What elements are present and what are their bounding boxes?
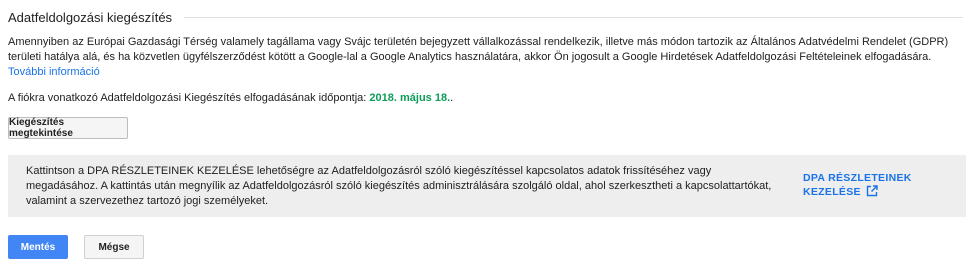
acceptance-info: A fiókra vonatkozó Adatfeldolgozási Kieg… <box>8 91 453 106</box>
acceptance-suffix: . <box>450 92 454 104</box>
acceptance-label: A fiókra vonatkozó Adatfeldolgozási Kieg… <box>8 92 367 104</box>
description-text: Amennyiben az Európai Gazdasági Térség v… <box>8 36 949 63</box>
dpa-settings-panel: Adatfeldolgozási kiegészítés Amennyiben … <box>0 0 975 273</box>
open-in-new-icon[interactable] <box>866 185 878 197</box>
save-button[interactable]: Mentés <box>8 235 68 259</box>
manage-dpa-details-link[interactable]: DPA RÉSZLETEINEK KEZELÉSE <box>803 171 933 199</box>
section-title: Adatfeldolgozási kiegészítés <box>8 9 173 25</box>
more-info-link[interactable]: További információ <box>8 66 100 78</box>
acceptance-date: 2018. május 18. <box>369 92 451 104</box>
section-header: Adatfeldolgozási kiegészítés <box>8 8 963 26</box>
header-divider <box>184 16 963 18</box>
view-addendum-button[interactable]: Kiegészítés megtekintése <box>8 117 128 139</box>
description-paragraph: Amennyiben az Európai Gazdasági Térség v… <box>8 35 963 80</box>
manage-dpa-details-label[interactable]: DPA RÉSZLETEINEK KEZELÉSE <box>803 172 912 198</box>
dpa-notice-box: Kattintson a DPA RÉSZLETEINEK KEZELÉSE l… <box>8 155 966 217</box>
cancel-button[interactable]: Mégse <box>84 235 144 259</box>
notice-text: Kattintson a DPA RÉSZLETEINEK KEZELÉSE l… <box>26 165 772 207</box>
